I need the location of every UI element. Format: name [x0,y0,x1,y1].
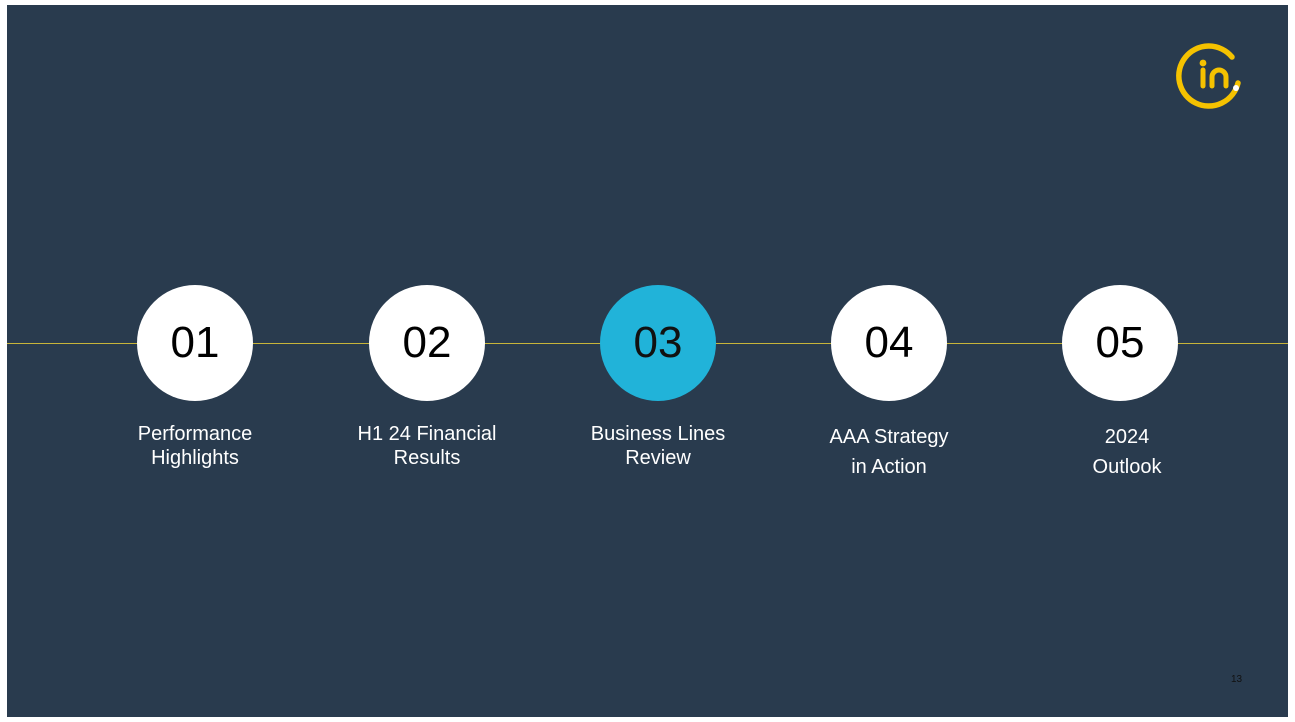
step-label-line2: Outlook [1092,456,1162,478]
step-circle: 05 [1062,285,1178,401]
step-label: Business Lines Review [558,422,758,470]
step-label-line2: in Action [851,456,927,478]
step-label-line1: H1 24 Financial [357,423,497,445]
step-label-line2: Review [625,447,691,469]
step-circle-active: 03 [600,285,716,401]
step-number: 03 [633,318,683,367]
step-label-line1: 2024 [1104,426,1150,448]
step-label: AAA Strategy in Action [789,422,989,482]
page-number: 13 [1231,674,1243,685]
step-circle: 04 [831,285,947,401]
in-logo-icon [1175,37,1249,111]
step-number: 04 [864,318,914,367]
step-label-line2: Results [393,447,461,469]
step-label-line1: Business Lines [590,423,726,445]
step-label: 2024 Outlook [1027,422,1227,482]
step-label-line1: Performance [137,423,253,445]
step-label-line2: Highlights [151,447,239,469]
step-number: 02 [402,318,452,367]
step-circle: 01 [137,285,253,401]
step-label: H1 24 Financial Results [327,422,527,470]
step-number: 01 [170,318,220,367]
step-circle: 02 [369,285,485,401]
step-label-line1: AAA Strategy [829,426,949,448]
step-number: 05 [1095,318,1145,367]
slide: 01 Performance Highlights 02 H1 24 Finan… [7,5,1288,717]
step-label: Performance Highlights [95,422,295,470]
